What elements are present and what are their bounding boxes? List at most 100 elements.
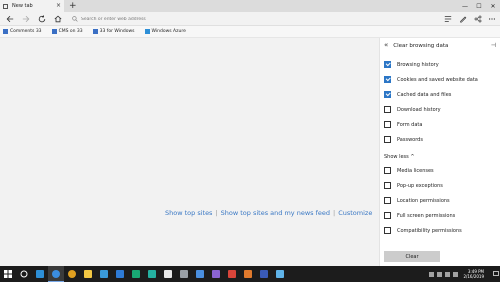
checkbox[interactable] xyxy=(384,61,391,68)
start-button[interactable] xyxy=(0,266,16,282)
taskbar-chrome[interactable] xyxy=(64,266,80,282)
taskbar-store[interactable] xyxy=(96,266,112,282)
search-button[interactable] xyxy=(16,266,32,282)
tab-close-icon[interactable]: × xyxy=(56,2,61,10)
show-top-sites-link[interactable]: Show top sites xyxy=(165,209,212,217)
checkbox-cookies[interactable]: Cookies and saved website data xyxy=(384,76,478,83)
checkbox-form-data[interactable]: Form data xyxy=(384,121,422,128)
tray-icons xyxy=(427,271,459,277)
close-window-button[interactable]: ✕ xyxy=(486,0,500,12)
minimize-button[interactable]: — xyxy=(458,0,472,12)
app-navy-icon xyxy=(260,270,268,278)
clear-button[interactable]: Clear xyxy=(384,251,440,262)
store-icon xyxy=(100,270,108,278)
checkbox[interactable] xyxy=(384,121,391,128)
taskbar-app[interactable] xyxy=(272,266,288,282)
back-chevron-icon[interactable]: « xyxy=(384,42,388,49)
volume-icon[interactable] xyxy=(444,271,450,277)
taskbar-app[interactable] xyxy=(256,266,272,282)
forward-arrow-icon xyxy=(22,15,30,23)
keyboard-icon[interactable] xyxy=(452,271,458,277)
checkbox-passwords[interactable]: Passwords xyxy=(384,136,423,143)
checkbox[interactable] xyxy=(384,91,391,98)
checkbox[interactable] xyxy=(384,212,391,219)
taskbar-mail[interactable] xyxy=(112,266,128,282)
favorite-item[interactable]: Comments 33 xyxy=(3,29,42,34)
hub-button[interactable] xyxy=(441,13,455,25)
new-tab-button[interactable]: + xyxy=(69,1,77,11)
network-icon[interactable] xyxy=(436,271,442,277)
home-icon xyxy=(54,15,62,23)
checkbox[interactable] xyxy=(384,197,391,204)
refresh-button[interactable] xyxy=(35,13,49,25)
refresh-icon xyxy=(38,15,46,23)
checkbox[interactable] xyxy=(384,167,391,174)
checkbox[interactable] xyxy=(384,106,391,113)
title-bar: New tab × + — ☐ ✕ xyxy=(0,0,500,12)
checkbox-media-licenses[interactable]: Media licenses xyxy=(384,167,434,174)
home-button[interactable] xyxy=(51,13,65,25)
taskbar-app[interactable] xyxy=(176,266,192,282)
show-top-sites-and-news-link[interactable]: Show top sites and my news feed xyxy=(221,209,330,217)
app-green-icon xyxy=(132,270,140,278)
taskbar-app[interactable] xyxy=(128,266,144,282)
edge-icon xyxy=(52,269,60,278)
maximize-button[interactable]: ☐ xyxy=(472,0,486,12)
back-button[interactable] xyxy=(3,13,17,25)
checkbox-download-history[interactable]: Download history xyxy=(384,106,441,113)
option-label: Browsing history xyxy=(397,61,439,68)
tab-favicon-icon xyxy=(3,3,8,9)
show-less-toggle[interactable]: Show less ^ xyxy=(384,154,415,160)
checkbox[interactable] xyxy=(384,136,391,143)
checkbox-location-permissions[interactable]: Location permissions xyxy=(384,197,450,204)
windows-logo-icon xyxy=(144,29,150,34)
taskbar-edge[interactable] xyxy=(48,266,64,282)
checkbox[interactable] xyxy=(384,182,391,189)
share-button[interactable] xyxy=(471,13,485,25)
checkbox-browsing-history[interactable]: Browsing history xyxy=(384,61,439,68)
taskbar-app[interactable] xyxy=(160,266,176,282)
customize-link[interactable]: Customize xyxy=(338,209,372,217)
taskbar-file-explorer[interactable] xyxy=(80,266,96,282)
action-center-button[interactable] xyxy=(492,266,500,282)
checkbox[interactable] xyxy=(384,76,391,83)
panel-title: Clear browsing data xyxy=(393,42,449,49)
favorite-item[interactable]: CMS on 33 xyxy=(51,29,83,34)
forward-button[interactable] xyxy=(19,13,33,25)
option-label: Cached data and files xyxy=(397,91,452,98)
checkbox-compatibility-permissions[interactable]: Compatibility permissions xyxy=(384,227,462,234)
tab-new-tab[interactable]: New tab × xyxy=(0,0,64,12)
pin-icon[interactable]: ⊣ xyxy=(491,42,496,49)
chrome-icon xyxy=(68,270,76,278)
app-red-icon xyxy=(228,270,236,278)
favorite-item[interactable]: 33 for Windows xyxy=(92,29,135,34)
favorite-item[interactable]: Windows Azure xyxy=(144,29,186,34)
checkbox[interactable] xyxy=(384,227,391,234)
option-label: Passwords xyxy=(397,136,423,143)
app-purple-icon xyxy=(212,270,220,278)
task-view-icon xyxy=(36,270,44,278)
taskbar-app[interactable] xyxy=(224,266,240,282)
address-input[interactable] xyxy=(81,14,361,24)
file-explorer-icon xyxy=(84,270,92,278)
checkbox-cached-data[interactable]: Cached data and files xyxy=(384,91,451,98)
search-icon xyxy=(72,16,78,22)
app-orange-icon xyxy=(244,270,252,278)
checkbox-full-screen-permissions[interactable]: Full screen permissions xyxy=(384,212,455,219)
separator: | xyxy=(333,209,336,217)
mail-icon xyxy=(116,270,124,278)
taskbar-app[interactable] xyxy=(144,266,160,282)
task-view-button[interactable] xyxy=(32,266,48,282)
taskbar-app[interactable] xyxy=(208,266,224,282)
address-bar[interactable] xyxy=(72,14,372,24)
option-label: Cookies and saved website data xyxy=(397,76,478,83)
notes-button[interactable] xyxy=(456,13,470,25)
new-tab-page: Show top sites | Show top sites and my new… xyxy=(0,38,379,266)
checkbox-popup-exceptions[interactable]: Pop-up exceptions xyxy=(384,182,443,189)
app-gray-icon xyxy=(180,270,188,278)
taskbar-app[interactable] xyxy=(240,266,256,282)
more-button[interactable] xyxy=(485,13,499,25)
tray-chevron-icon[interactable] xyxy=(428,271,434,277)
clock[interactable]: 3:49 PM 2/16/2019 xyxy=(463,269,484,279)
taskbar-app[interactable] xyxy=(192,266,208,282)
